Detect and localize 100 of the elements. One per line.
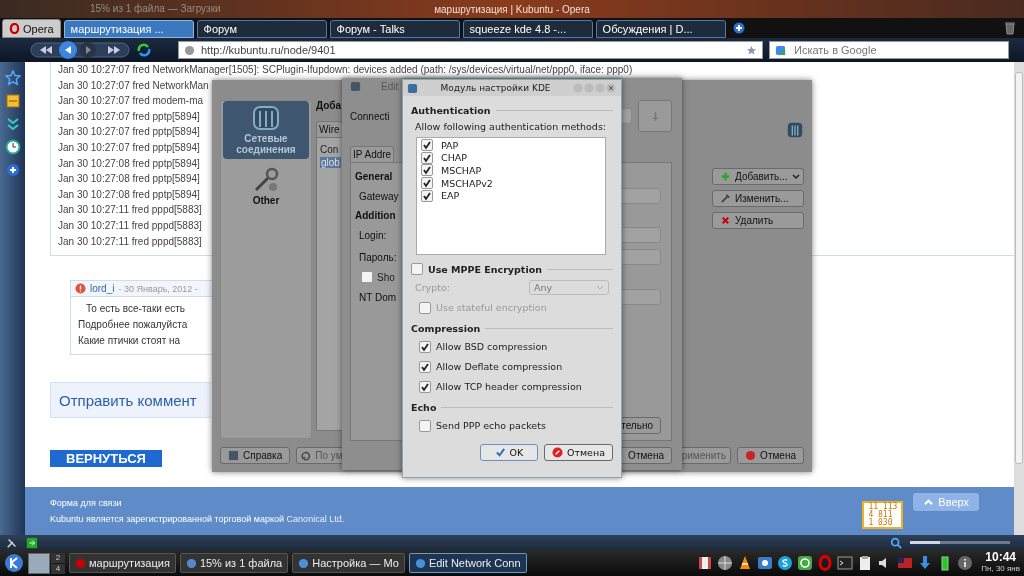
navigation-buttons-icon[interactable] [30, 40, 130, 60]
checkbox[interactable] [361, 271, 373, 283]
reload-icon[interactable] [136, 42, 152, 58]
chat-icon[interactable] [757, 555, 774, 571]
ip-address-tab[interactable]: IP Addre [350, 146, 395, 162]
checkbox[interactable] [419, 419, 431, 432]
checkbox-label: Sho [377, 271, 395, 283]
notes-icon[interactable] [4, 93, 21, 109]
panel-toggle-icon[interactable] [26, 536, 38, 549]
contact-link[interactable]: Форма для связи [50, 498, 853, 508]
browser-tab[interactable]: маршрутизация ... [63, 20, 194, 38]
background-window-title: 15% из 1 файла — Загрузки [90, 3, 221, 14]
browser-tab[interactable]: Форум [196, 20, 327, 38]
opera-logo-icon [9, 23, 20, 34]
app-icon [350, 80, 361, 92]
category-item[interactable]: Other [223, 163, 309, 210]
launcher-icon[interactable] [4, 553, 24, 573]
section-heading: Echo [411, 402, 437, 413]
skype-icon[interactable] [777, 555, 794, 571]
address-field[interactable]: http://kubuntu.ru/node/9401 [178, 41, 763, 59]
task-button[interactable]: Настройка — Мо [292, 553, 405, 573]
desktop-number[interactable]: 4 [51, 563, 65, 574]
caret-icon [791, 173, 800, 180]
log-line: Jan 30 10:27:08 fred pptp[5894] [58, 156, 200, 171]
counter-text: 4 811 [868, 511, 893, 519]
delete-icon [720, 215, 731, 226]
browser-tab[interactable]: Обсуждения | D... [595, 20, 726, 38]
desktop-thumbnail[interactable] [28, 552, 50, 574]
new-tab-icon[interactable] [732, 22, 745, 34]
cancel-button[interactable]: Отмена [620, 447, 672, 464]
task-button[interactable]: Edit Network Conn [408, 553, 527, 573]
crypto-dropdown[interactable]: Any [529, 280, 609, 295]
terminal-icon[interactable] [837, 555, 854, 571]
cancel-button[interactable]: Отмена [737, 447, 804, 464]
checkbox[interactable] [411, 263, 423, 275]
category-item[interactable]: Сетевые соединения [223, 101, 309, 159]
chevron-up-icon [923, 496, 935, 508]
checkbox-label: Use stateful encryption [436, 302, 547, 313]
browser-tab[interactable]: squeeze kde 4.8 -... [462, 20, 593, 38]
log-line: Jan 30 10:27:07 fred modem-ma [58, 94, 204, 109]
site-info-icon[interactable] [184, 44, 195, 56]
browser-tab[interactable]: Форум - Talks [329, 20, 460, 38]
sync-icon[interactable] [797, 555, 814, 571]
counter-text: 1 030 [868, 519, 894, 527]
log-line: Jan 30 10:27:07 fred NetworkManager[1505]: SCPlugin-Ifupdown: devices added (path: /sys/devices/virtual/net/ppp0, iface: ppp0) [58, 63, 633, 77]
action-button[interactable]: Изменить... [712, 190, 804, 207]
checkbox-label: Send PPP echo packets [436, 420, 546, 431]
section-heading: Addition [355, 210, 396, 221]
task-button[interactable]: 15% из 1 файла [179, 553, 289, 573]
checkbox[interactable] [419, 360, 431, 373]
clock-date[interactable]: Пн, 30 янв [981, 563, 1020, 574]
methods-label: Allow following authentication methods: [414, 121, 608, 132]
info-icon[interactable] [957, 555, 974, 571]
clock-icon[interactable] [4, 139, 21, 155]
clock-time[interactable]: 10:44 [985, 552, 1016, 563]
task-button[interactable]: маршрутизация [69, 553, 176, 573]
zoom-icon[interactable] [890, 536, 902, 549]
help-book-icon [228, 450, 239, 461]
counter-badge[interactable]: 11 113 4 811 1 030 [862, 501, 904, 529]
alert-icon [75, 283, 86, 295]
checkbox-label: Allow Deflate compression [436, 361, 563, 372]
method-label: CHAP [441, 152, 467, 164]
add-panel-icon[interactable] [4, 162, 21, 178]
star-icon[interactable] [746, 44, 757, 56]
checkbox[interactable] [419, 380, 431, 393]
desktop-number[interactable]: 2 [51, 552, 65, 563]
section-heading: Authentication [411, 105, 491, 116]
connection-type-tab[interactable]: Wire [316, 121, 343, 137]
wrench-icon [720, 193, 731, 204]
method-label: MSCHAPv2 [441, 177, 493, 189]
action-button[interactable]: Удалить [712, 212, 804, 229]
checkbox[interactable] [419, 340, 431, 353]
zoom-slider[interactable] [910, 541, 1010, 544]
ok-button[interactable]: OK [479, 444, 538, 461]
cancel-button[interactable]: Отмена [543, 444, 613, 461]
checkbox[interactable] [421, 177, 433, 190]
scrollbar[interactable] [1014, 62, 1024, 535]
cancel-icon [745, 450, 757, 461]
log-line: Jan 30 10:27:08 fred pptp[5894] [58, 172, 200, 187]
trademark-text: Kubuntu является зарегистрированной торговой маркой [50, 514, 285, 524]
log-line: Jan 30 10:27:11 fred pppd[5883] [58, 218, 202, 233]
opera-menu-button[interactable]: Opera [2, 19, 61, 38]
checkbox[interactable] [421, 164, 433, 177]
log-line: Jan 30 10:27:11 fred pppd[5883] [58, 203, 202, 218]
trash-icon[interactable] [1004, 21, 1016, 35]
book-icon[interactable] [697, 555, 714, 571]
checkbox-label: Allow TCP header compression [436, 381, 582, 392]
help-button[interactable]: Справка [220, 447, 291, 464]
action-button[interactable]: Добавить... [712, 168, 804, 185]
field-label: Пароль: [358, 251, 397, 263]
method-label: EAP [441, 190, 460, 202]
back-banner-link[interactable]: ВЕРНУТЬСЯ [50, 450, 162, 468]
star-icon[interactable] [4, 70, 21, 86]
checkbox[interactable] [421, 189, 433, 202]
author-link[interactable]: lord_i [90, 283, 115, 295]
wrench-icon[interactable] [6, 536, 18, 549]
undo-icon [300, 450, 312, 461]
connection-row[interactable]: glob [320, 157, 341, 168]
checkbox[interactable] [421, 151, 433, 164]
checkbox[interactable] [421, 139, 433, 152]
